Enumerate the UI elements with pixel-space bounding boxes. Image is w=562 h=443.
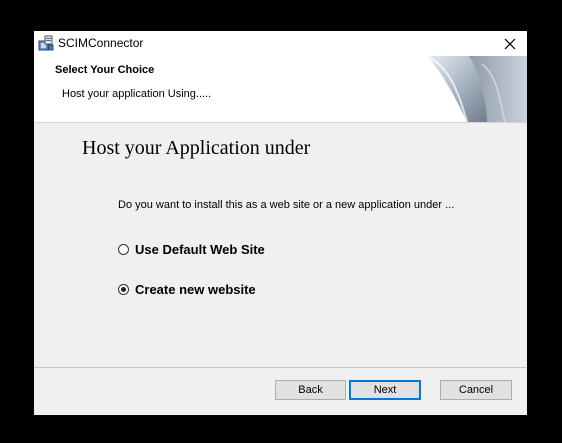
window-title: SCIMConnector	[58, 36, 144, 50]
option-default-web-site[interactable]: Use Default Web Site	[118, 240, 265, 258]
banner-title: Select Your Choice	[55, 64, 155, 76]
back-button[interactable]: Back	[275, 380, 346, 400]
page-curl-graphic	[427, 56, 527, 122]
banner-divider	[34, 122, 527, 123]
radio-create-new-website[interactable]	[118, 283, 129, 295]
option-create-new-website[interactable]: Create new website	[118, 280, 256, 298]
title-bar: SCIMConnector	[34, 31, 527, 56]
footer-divider	[34, 367, 527, 368]
close-icon[interactable]	[504, 38, 516, 50]
radio-default-web-site[interactable]	[118, 243, 129, 255]
installer-window: SCIMConnector Select Your Choice Host yo…	[34, 31, 527, 415]
option-label[interactable]: Create new website	[135, 282, 256, 297]
page-heading: Host your Application under	[82, 137, 311, 159]
option-label[interactable]: Use Default Web Site	[135, 242, 265, 257]
next-button[interactable]: Next	[349, 380, 421, 400]
installer-icon	[38, 35, 54, 51]
cancel-button[interactable]: Cancel	[440, 380, 512, 400]
header-banner: Select Your Choice Host your application…	[34, 56, 527, 122]
install-question: Do you want to install this as a web sit…	[118, 199, 455, 211]
banner-subtitle: Host your application Using.....	[62, 88, 212, 100]
close-button[interactable]	[493, 31, 527, 56]
